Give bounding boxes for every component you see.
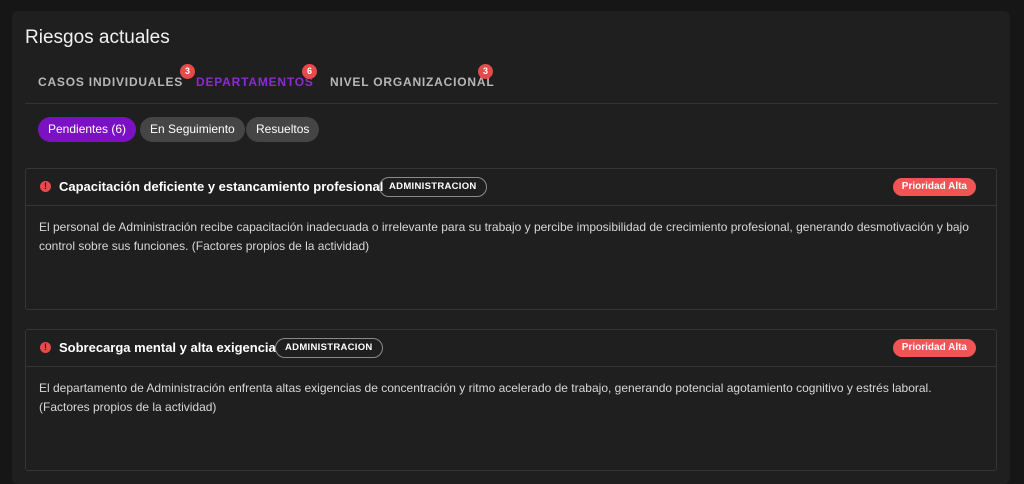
filter-resueltos[interactable]: Resueltos [246,117,320,142]
priority-badge: Prioridad Alta [892,178,976,196]
risk-card-header: ! Capacitación deficiente y estancamient… [26,169,996,206]
risks-panel: Riesgos actuales CASOS INDIVIDUALES 3 DE… [12,11,1010,484]
tab-label: DEPARTAMENTOS [196,75,314,89]
filter-pendientes[interactable]: Pendientes (6) [38,117,137,142]
risk-description: El departamento de Administración enfren… [39,381,932,414]
risk-title: Capacitación deficiente y estancamiento … [59,179,384,194]
risk-title: Sobrecarga mental y alta exigencia [59,340,276,355]
count-badge: 3 [478,64,493,79]
department-chip: ADMINISTRACION [379,177,487,197]
department-chip: ADMINISTRACION [275,338,383,358]
tab-nivel-organizacional[interactable]: NIVEL ORGANIZACIONAL 3 [330,64,495,103]
page-title: Riesgos actuales [25,27,170,48]
alert-circle-icon: ! [40,181,51,192]
risk-card[interactable]: ! Sobrecarga mental y alta exigencia ADM… [25,329,997,471]
tab-casos-individuales[interactable]: CASOS INDIVIDUALES 3 [38,64,195,103]
count-badge: 3 [180,64,195,79]
alert-circle-icon: ! [40,342,51,353]
risk-card[interactable]: ! Capacitación deficiente y estancamient… [25,168,997,310]
tab-bar: CASOS INDIVIDUALES 3 DEPARTAMENTOS 6 NIV… [25,64,998,104]
risk-card-header: ! Sobrecarga mental y alta exigencia ADM… [26,330,996,367]
tab-departamentos[interactable]: DEPARTAMENTOS 6 [196,64,317,103]
tab-label: NIVEL ORGANIZACIONAL [330,75,495,89]
filter-en-seguimiento[interactable]: En Seguimiento [140,117,245,142]
tab-label: CASOS INDIVIDUALES [38,75,184,89]
priority-badge: Prioridad Alta [892,339,976,357]
risk-description: El personal de Administración recibe cap… [39,220,969,253]
count-badge: 6 [302,64,317,79]
